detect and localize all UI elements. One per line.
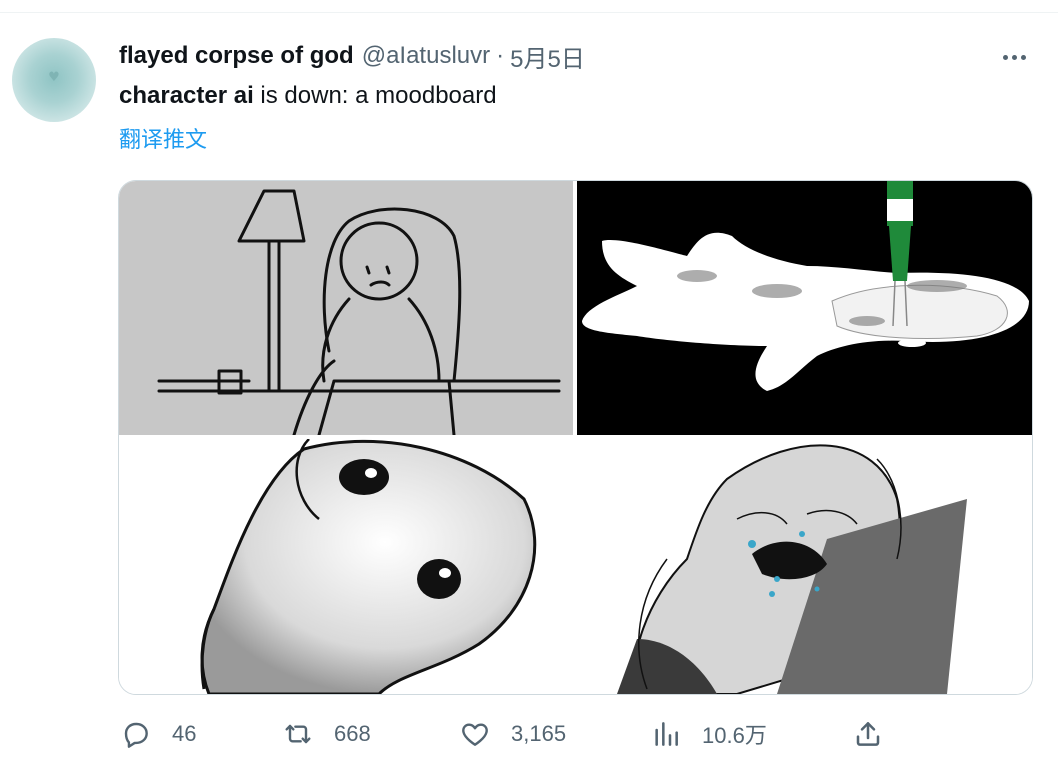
tweet-date[interactable]: 5月5日	[510, 39, 585, 74]
heart-icon: ♥	[48, 70, 60, 85]
retweet-count: 668	[334, 721, 371, 746]
tweet-text: character ai is down: a moodboard	[119, 80, 497, 112]
media-image-1[interactable]	[119, 181, 573, 435]
tweet-header: flayed corpse of god @aIatusluvr · 5月5日	[119, 39, 585, 74]
share-button[interactable]	[852, 712, 884, 756]
media-image-2[interactable]	[577, 181, 1032, 435]
top-divider	[0, 12, 1058, 13]
wide-eyed-figure-drawing	[200, 439, 537, 694]
display-name[interactable]: flayed corpse of god	[119, 42, 354, 70]
reply-count: 46	[172, 721, 197, 746]
reply-icon	[124, 722, 148, 748]
more-options-icon[interactable]	[996, 42, 1032, 72]
tweet-text-rest: is down: a moodboard	[253, 82, 497, 109]
avatar[interactable]: ♥	[12, 38, 96, 122]
action-bar: 46 668 3,165 10.6万	[0, 712, 1058, 756]
share-icon	[856, 722, 880, 746]
heart-outline-icon	[462, 723, 488, 746]
retweet-button[interactable]: 668	[282, 712, 371, 756]
translate-tweet-link[interactable]: 翻译推文	[119, 124, 207, 156]
user-handle[interactable]: @aIatusluvr	[362, 42, 490, 70]
sad-figure-in-armchair-drawing	[157, 189, 561, 435]
retweet-icon	[285, 724, 311, 744]
analytics-icon	[655, 722, 678, 746]
separator-dot: ·	[496, 42, 505, 69]
media-image-3[interactable]	[119, 439, 573, 694]
tweet-text-bold: character ai	[119, 82, 254, 109]
views-button[interactable]: 10.6万	[650, 712, 767, 756]
like-count: 3,165	[511, 721, 567, 746]
reply-button[interactable]: 46	[120, 712, 196, 756]
like-button[interactable]: 3,165	[459, 712, 566, 756]
media-grid	[118, 180, 1033, 695]
media-image-4[interactable]	[577, 439, 1032, 694]
crying-figure-drawing	[577, 439, 1032, 694]
figure-with-bottle-drawing	[582, 181, 1029, 391]
views-count: 10.6万	[702, 723, 767, 748]
